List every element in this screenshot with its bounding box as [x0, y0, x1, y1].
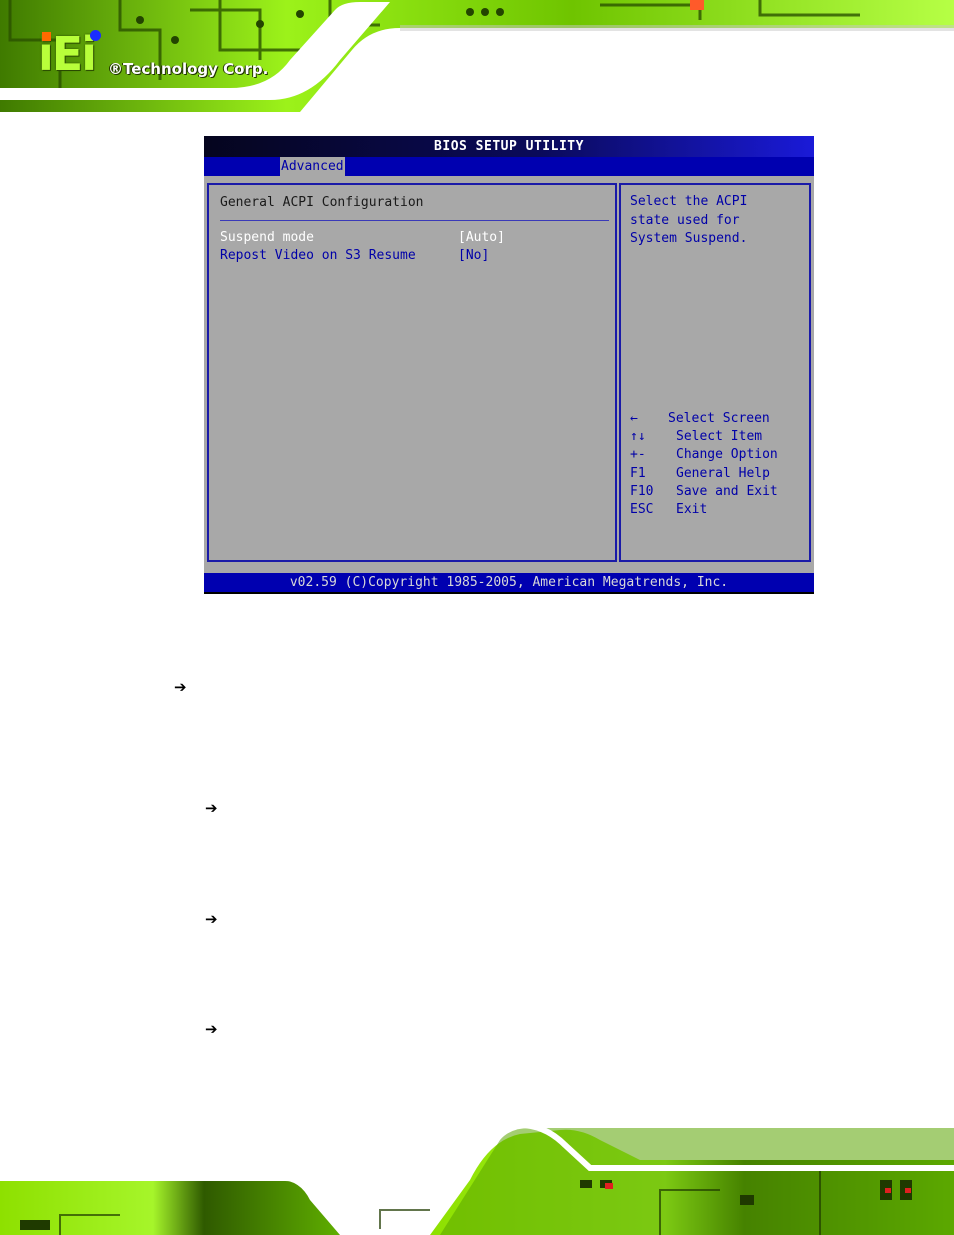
key-name: +-	[630, 447, 646, 463]
key-desc: General Help	[676, 465, 770, 481]
option-label: Repost Video on S3 Resume	[220, 248, 416, 263]
pcb-background-bottom	[0, 1121, 954, 1235]
key-desc: Save and Exit	[676, 483, 778, 499]
option-repost-video[interactable]: Repost Video on S3 Resume [No]	[220, 247, 609, 265]
company-logo: iEi ®Technology Corp.	[38, 28, 298, 88]
key-name: F1	[630, 465, 646, 481]
key-legend: ← Select Screen ↑↓ Select Item +- Change…	[630, 410, 805, 519]
key-desc: Change Option	[676, 447, 778, 463]
bios-screen: BIOS SETUP UTILITY Advanced General ACPI…	[204, 136, 814, 594]
bios-menubar: Advanced	[204, 157, 814, 176]
tab-advanced[interactable]: Advanced	[280, 157, 345, 176]
help-panel: Select the ACPI state used for System Su…	[619, 183, 811, 562]
key-row: F1 General Help	[630, 465, 805, 483]
key-desc: Select Screen	[668, 411, 770, 426]
bios-footer-edge	[204, 592, 814, 594]
key-row: ESC Exit	[630, 501, 805, 519]
key-desc: Exit	[676, 501, 708, 517]
option-suspend-mode[interactable]: Suspend mode [Auto]	[220, 229, 609, 247]
key-row: F10 Save and Exit	[630, 483, 805, 501]
bios-footer: v02.59 (C)Copyright 1985-2005, American …	[204, 573, 814, 592]
key-name: ESC	[630, 501, 654, 517]
section-divider	[220, 220, 609, 221]
key-row: +- Change Option	[630, 446, 805, 464]
left-arrow-icon: ←	[630, 411, 638, 426]
footer-banner	[0, 1120, 954, 1235]
arrow-right-icon: ➔	[174, 678, 187, 696]
key-desc: Select Item	[676, 429, 763, 445]
options-panel: General ACPI Configuration Suspend mode …	[207, 183, 617, 562]
help-line: state used for	[630, 212, 740, 228]
arrow-right-icon: ➔	[205, 910, 218, 928]
arrow-right-icon: ➔	[205, 1020, 218, 1038]
up-down-arrows-icon: ↑↓	[630, 429, 646, 445]
option-value[interactable]: [No]	[458, 247, 489, 265]
logo-orange-dot	[42, 32, 51, 41]
option-value[interactable]: [Auto]	[458, 229, 505, 247]
key-row: ↑↓ Select Item	[630, 428, 805, 446]
help-line: System Suspend.	[630, 231, 748, 246]
key-row: ← Select Screen	[630, 410, 805, 428]
help-text: Select the ACPI state used for System Su…	[630, 193, 800, 249]
help-line: Select the ACPI	[630, 194, 748, 209]
arrow-right-icon: ➔	[205, 799, 218, 817]
bios-title: BIOS SETUP UTILITY	[204, 136, 814, 157]
header-banner: iEi ®Technology Corp.	[0, 0, 954, 112]
section-title: General ACPI Configuration	[220, 195, 424, 210]
option-label: Suspend mode	[220, 230, 314, 245]
logo-blue-dot	[90, 30, 101, 41]
logo-text: ®Technology Corp.	[108, 60, 269, 78]
key-name: F10	[630, 483, 654, 499]
